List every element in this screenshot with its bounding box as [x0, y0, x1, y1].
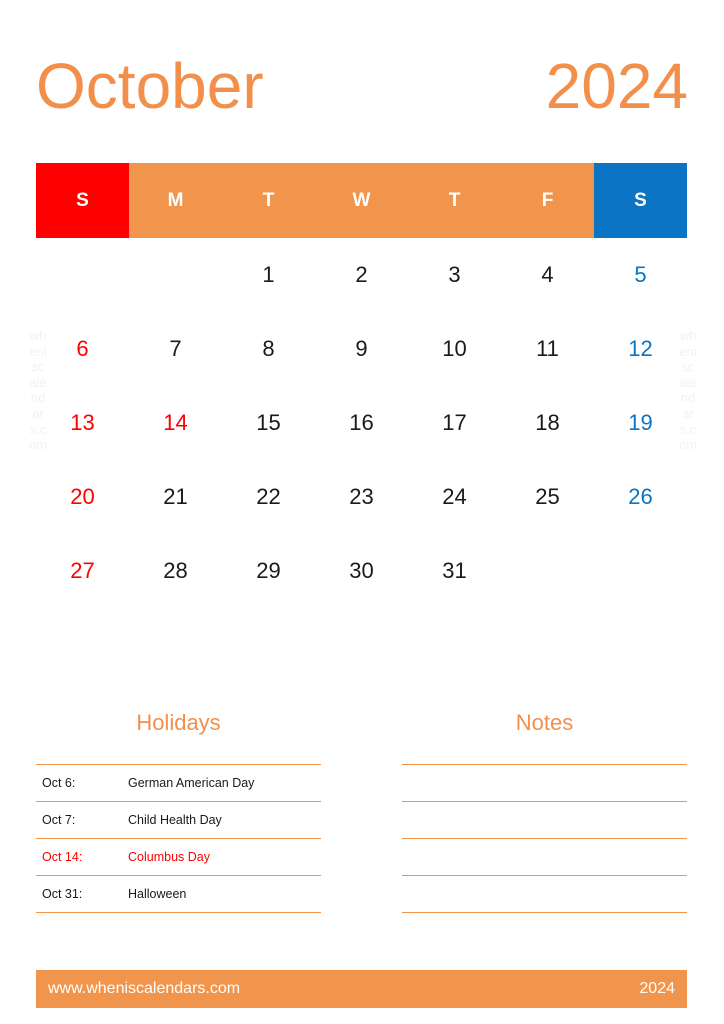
holiday-date: Oct 6: [42, 776, 76, 790]
date-cell-empty [594, 534, 687, 608]
notes-title: Notes [515, 710, 574, 735]
holiday-name: Columbus Day [128, 850, 210, 864]
date-cell[interactable]: 16 [315, 386, 408, 460]
date-cell[interactable]: 26 [594, 460, 687, 534]
date-cell[interactable]: 19 [594, 386, 687, 460]
date-cell-empty [36, 238, 129, 312]
note-line[interactable] [402, 912, 687, 913]
weekday-header-cell-4: T [408, 163, 501, 238]
date-grid: 1 2 3 4 5 6 7 8 9 10 11 12 13 14 15 16 17 18 19 20 21 22 23 24 2… [36, 238, 687, 608]
footer-bar: www.wheniscalendars.com 2024 [36, 970, 687, 1008]
holiday-name: Child Health Day [128, 813, 222, 827]
holiday-date: Oct 7: [42, 813, 76, 827]
date-cell[interactable]: 22 [222, 460, 315, 534]
holiday-name: German American Day [128, 776, 255, 790]
date-cell[interactable]: 12 [594, 312, 687, 386]
date-cell[interactable]: 18 [501, 386, 594, 460]
holiday-row: Oct 31: Halloween [36, 875, 321, 912]
date-cell[interactable]: 24 [408, 460, 501, 534]
notes-section: Notes [402, 712, 687, 913]
date-cell[interactable]: 14 [129, 386, 222, 460]
footer-url[interactable]: www.wheniscalendars.com [48, 980, 240, 998]
date-cell[interactable]: 3 [408, 238, 501, 312]
weekday-header-cell-5: F [501, 163, 594, 238]
date-cell[interactable]: 10 [408, 312, 501, 386]
note-line[interactable] [402, 875, 687, 912]
date-cell[interactable]: 29 [222, 534, 315, 608]
page-title-month: October [36, 50, 264, 122]
date-cell[interactable]: 6 [36, 312, 129, 386]
holiday-row: Oct 7: Child Health Day [36, 801, 321, 838]
calendar-title-row: October 2024 [36, 46, 688, 126]
calendar-page: October 2024 wheniscalendars.com whenisc… [0, 0, 724, 1024]
date-cell[interactable]: 13 [36, 386, 129, 460]
date-cell[interactable]: 25 [501, 460, 594, 534]
date-cell[interactable]: 17 [408, 386, 501, 460]
holiday-table-bottom-rule [36, 912, 321, 913]
date-cell-empty [129, 238, 222, 312]
date-cell[interactable]: 23 [315, 460, 408, 534]
footer-year: 2024 [639, 980, 675, 997]
date-cell[interactable]: 1 [222, 238, 315, 312]
holidays-section: Holidays Oct 6: German American Day Oct 7:… [36, 712, 321, 913]
holiday-row: Oct 14: Columbus Day [36, 838, 321, 875]
weekday-header-cell-2: T [222, 163, 315, 238]
date-cell[interactable]: 7 [129, 312, 222, 386]
notes-lines [402, 764, 687, 913]
date-cell[interactable]: 31 [408, 534, 501, 608]
note-line[interactable] [402, 838, 687, 875]
holiday-date: Oct 31: [42, 887, 83, 901]
date-cell[interactable]: 4 [501, 238, 594, 312]
date-cell-empty [501, 534, 594, 608]
weekday-header-row: SMTWTFS [36, 163, 687, 238]
date-cell[interactable]: 28 [129, 534, 222, 608]
holidays-table: Oct 6: German American Day Oct 7: Child Hea… [36, 764, 321, 913]
weekday-header-cell-6: S [594, 163, 687, 238]
date-cell[interactable]: 15 [222, 386, 315, 460]
date-cell[interactable]: 20 [36, 460, 129, 534]
weekday-header-cell-1: M [129, 163, 222, 238]
note-line[interactable] [402, 764, 687, 801]
holiday-date: Oct 14: [42, 850, 83, 864]
date-cell[interactable]: 2 [315, 238, 408, 312]
date-cell[interactable]: 9 [315, 312, 408, 386]
holiday-row: Oct 6: German American Day [36, 764, 321, 801]
date-cell[interactable]: 5 [594, 238, 687, 312]
page-title-year: 2024 [545, 50, 688, 122]
date-cell[interactable]: 21 [129, 460, 222, 534]
holiday-name: Halloween [128, 887, 187, 901]
date-cell[interactable]: 30 [315, 534, 408, 608]
holidays-title: Holidays [136, 710, 221, 735]
weekday-header-cell-3: W [315, 163, 408, 238]
date-cell[interactable]: 8 [222, 312, 315, 386]
weekday-header-cell-0: S [36, 163, 129, 238]
date-cell[interactable]: 11 [501, 312, 594, 386]
date-cell[interactable]: 27 [36, 534, 129, 608]
note-line[interactable] [402, 801, 687, 838]
